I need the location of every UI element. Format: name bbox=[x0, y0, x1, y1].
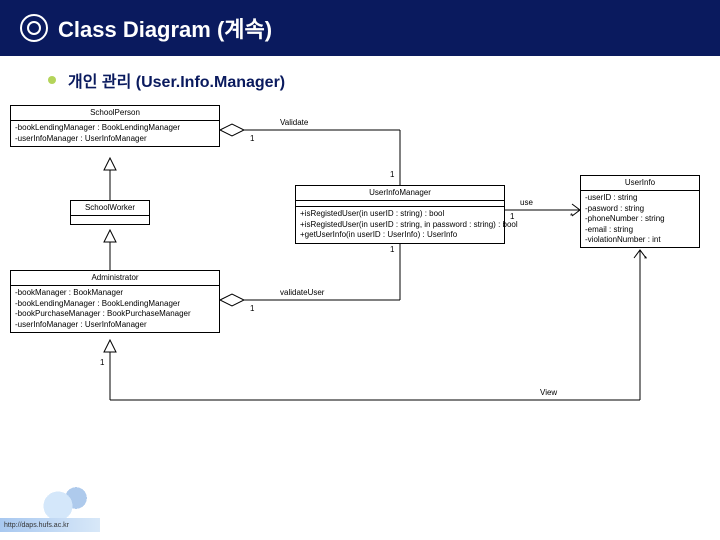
label-use: use bbox=[520, 198, 533, 207]
class-attrs bbox=[71, 216, 149, 224]
slide-title: Class Diagram (계속) bbox=[58, 12, 272, 44]
footer-decoration-icon bbox=[40, 482, 100, 522]
class-name: UserInfo bbox=[581, 176, 699, 191]
mult-one: 1 bbox=[250, 304, 254, 313]
class-administrator: Administrator -bookManager : BookManager… bbox=[10, 270, 220, 333]
subtitle-row: 개인 관리 (User.Info.Manager) bbox=[0, 56, 720, 100]
subtitle-bullet-icon bbox=[48, 76, 56, 84]
class-attrs: -bookManager : BookManager -bookLendingM… bbox=[11, 286, 219, 332]
footer-url: http://daps.hufs.ac.kr bbox=[0, 518, 100, 532]
mult-star: * bbox=[570, 212, 573, 221]
mult-one: 1 bbox=[250, 134, 254, 143]
class-schoolworker: SchoolWorker bbox=[70, 200, 150, 225]
class-attrs: -bookLendingManager : BookLendingManager… bbox=[11, 121, 219, 146]
mult-one: 1 bbox=[390, 170, 394, 179]
class-name: UserInfoManager bbox=[296, 186, 504, 201]
class-name: SchoolWorker bbox=[71, 201, 149, 216]
footer: http://daps.hufs.ac.kr bbox=[0, 512, 720, 540]
class-schoolperson: SchoolPerson -bookLendingManager : BookL… bbox=[10, 105, 220, 147]
header-bullet-icon bbox=[20, 14, 48, 42]
class-attrs: -userID : string -pasword : string -phon… bbox=[581, 191, 699, 247]
label-validate: Validate bbox=[280, 118, 308, 127]
class-userinfomanager: UserInfoManager +isRegistedUser(in userI… bbox=[295, 185, 505, 244]
label-validateuser: validateUser bbox=[280, 288, 324, 297]
class-ops: +isRegistedUser(in userID : string) : bo… bbox=[296, 207, 504, 242]
mult-one: 1 bbox=[100, 358, 104, 367]
class-name: SchoolPerson bbox=[11, 106, 219, 121]
uml-diagram: SchoolPerson -bookLendingManager : BookL… bbox=[0, 100, 720, 500]
class-name: Administrator bbox=[11, 271, 219, 286]
mult-one: 1 bbox=[390, 245, 394, 254]
slide-header: Class Diagram (계속) bbox=[0, 0, 720, 56]
class-userinfo: UserInfo -userID : string -pasword : str… bbox=[580, 175, 700, 248]
mult-one: 1 bbox=[510, 212, 514, 221]
label-view: View bbox=[540, 388, 557, 397]
mult-star: * bbox=[644, 255, 647, 264]
subtitle-text: 개인 관리 (User.Info.Manager) bbox=[68, 68, 285, 92]
